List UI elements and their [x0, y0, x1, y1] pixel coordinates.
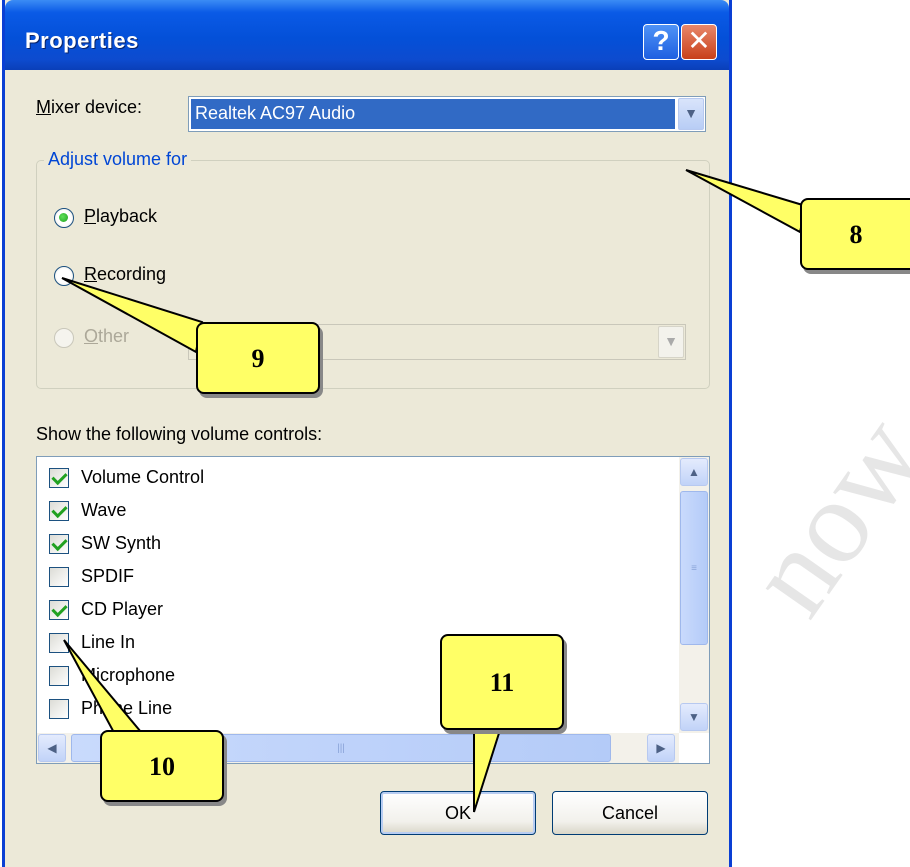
callout-8-pointer: [685, 169, 808, 234]
callout-10-pointer: [63, 639, 149, 742]
callout-9-pointer: [61, 277, 204, 354]
callout-10: 10: [100, 730, 224, 802]
callout-11-pointer: [473, 729, 502, 813]
callout-9: 9: [196, 322, 320, 394]
callout-8: 8: [800, 198, 910, 270]
callout-11: 11: [440, 634, 564, 730]
